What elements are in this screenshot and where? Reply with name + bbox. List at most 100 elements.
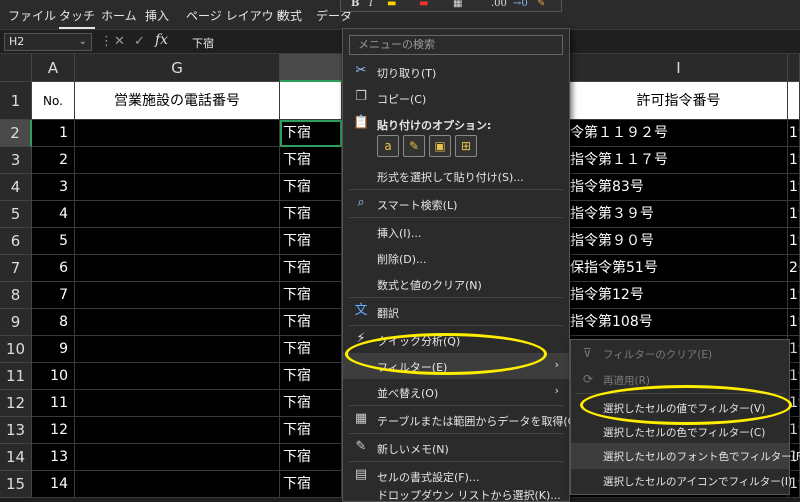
- tab-home[interactable]: ホーム: [101, 7, 137, 24]
- column-header-j[interactable]: [788, 54, 800, 82]
- row-header[interactable]: 6: [0, 228, 32, 255]
- cell-permit[interactable]: 指令第１１７号: [570, 147, 788, 174]
- column-header-h[interactable]: [280, 54, 342, 82]
- menu-item-get-data[interactable]: ▦ テーブルまたは範囲からデータを取得(G)...: [343, 407, 591, 433]
- cell-date[interactable]: 19: [788, 309, 800, 336]
- menu-item-translate[interactable]: 文 翻訳: [343, 299, 569, 325]
- paste-picture-icon[interactable]: ▣: [429, 135, 451, 157]
- cell-no[interactable]: 12: [32, 417, 75, 444]
- row-header[interactable]: 15: [0, 471, 32, 498]
- cell-type[interactable]: 下宿: [280, 336, 342, 363]
- cell-type[interactable]: 下宿: [280, 120, 342, 147]
- tab-formulas[interactable]: 数式: [278, 7, 302, 24]
- row-header[interactable]: 7: [0, 255, 32, 282]
- cell-type[interactable]: 下宿: [280, 255, 342, 282]
- menu-item-filter[interactable]: フィルター(E) ›: [343, 353, 569, 379]
- cell-no[interactable]: 8: [32, 309, 75, 336]
- row-header[interactable]: 2: [0, 120, 32, 147]
- header-cell-j[interactable]: [788, 82, 800, 120]
- row-header[interactable]: 12: [0, 390, 32, 417]
- name-box[interactable]: H2 ⌄: [4, 33, 92, 51]
- decimal-button[interactable]: .00: [491, 0, 507, 9]
- cell-phone[interactable]: [75, 363, 280, 390]
- cell-type[interactable]: 下宿: [280, 201, 342, 228]
- menu-item-copy[interactable]: ❐ コピー(C): [343, 85, 569, 111]
- format-painter-icon[interactable]: ✎: [537, 0, 545, 9]
- row-header[interactable]: 3: [0, 147, 32, 174]
- cell-no[interactable]: 6: [32, 255, 75, 282]
- tab-insert[interactable]: 挿入: [145, 7, 169, 24]
- cell-no[interactable]: 9: [32, 336, 75, 363]
- row-header[interactable]: 13: [0, 417, 32, 444]
- menu-item-clear[interactable]: 数式と値のクリア(N): [343, 271, 569, 297]
- menu-item-dropdown-list[interactable]: ドロップダウン リストから選択(K)...: [343, 485, 569, 502]
- cell-date[interactable]: 19: [788, 282, 800, 309]
- cell-phone[interactable]: [75, 336, 280, 363]
- header-cell-phone[interactable]: 営業施設の電話番号: [75, 82, 280, 120]
- cell-date[interactable]: 19: [788, 228, 800, 255]
- submenu-item-filter-by-font-color[interactable]: 選択したセルのフォント色でフィルター(F): [571, 443, 800, 469]
- cell-phone[interactable]: [75, 228, 280, 255]
- row-header[interactable]: 9: [0, 309, 32, 336]
- cell-permit[interactable]: 指令第９０号: [570, 228, 788, 255]
- cell-permit[interactable]: 令第１１９２号: [570, 120, 788, 147]
- cell-no[interactable]: 13: [32, 444, 75, 471]
- paste-formulas-icon[interactable]: ✎: [403, 135, 425, 157]
- cell-phone[interactable]: [75, 390, 280, 417]
- menu-item-insert[interactable]: 挿入(I)...: [343, 219, 569, 245]
- cell-no[interactable]: 1: [32, 120, 75, 147]
- cell-date[interactable]: 19: [788, 147, 800, 174]
- column-header-i[interactable]: I: [570, 54, 788, 82]
- enter-icon[interactable]: ✓: [134, 34, 145, 49]
- cell-no[interactable]: 14: [32, 471, 75, 498]
- cell-type[interactable]: 下宿: [280, 147, 342, 174]
- cell-date[interactable]: 20: [788, 255, 800, 282]
- font-color-icon[interactable]: ▬: [419, 0, 428, 9]
- cell-permit[interactable]: 指令第83号: [570, 174, 788, 201]
- decrease-decimal-icon[interactable]: →0: [513, 0, 528, 9]
- cell-date[interactable]: 19: [788, 201, 800, 228]
- bold-button[interactable]: B: [351, 0, 359, 9]
- menu-item-delete[interactable]: 削除(D)...: [343, 245, 569, 271]
- cell-type[interactable]: 下宿: [280, 390, 342, 417]
- cell-phone[interactable]: [75, 120, 280, 147]
- cell-phone[interactable]: [75, 147, 280, 174]
- borders-icon[interactable]: ▦: [453, 0, 462, 9]
- row-header[interactable]: 4: [0, 174, 32, 201]
- cell-type[interactable]: 下宿: [280, 471, 342, 498]
- cell-permit[interactable]: 指令第12号: [570, 282, 788, 309]
- cancel-icon[interactable]: ✕: [114, 34, 125, 49]
- header-cell-h[interactable]: [280, 82, 342, 120]
- italic-button[interactable]: I: [369, 0, 373, 9]
- menu-item-new-note[interactable]: ✎ 新しいメモ(N): [343, 435, 569, 461]
- cell-type[interactable]: 下宿: [280, 228, 342, 255]
- chevron-down-icon[interactable]: ⌄: [79, 34, 87, 50]
- menu-item-paste-special[interactable]: 形式を選択して貼り付け(S)...: [343, 163, 569, 189]
- insert-function-button[interactable]: fx: [155, 32, 168, 48]
- tab-file[interactable]: ファイル: [8, 7, 56, 24]
- cell-phone[interactable]: [75, 309, 280, 336]
- cell-type[interactable]: 下宿: [280, 444, 342, 471]
- row-header[interactable]: 8: [0, 282, 32, 309]
- cell-phone[interactable]: [75, 174, 280, 201]
- header-cell-permit[interactable]: 許可指令番号: [570, 82, 788, 120]
- cell-no[interactable]: 11: [32, 390, 75, 417]
- header-cell-no[interactable]: No.: [32, 82, 75, 120]
- cell-date[interactable]: 19: [788, 174, 800, 201]
- cell-type[interactable]: 下宿: [280, 282, 342, 309]
- cell-no[interactable]: 7: [32, 282, 75, 309]
- cell-permit[interactable]: 指令第３９号: [570, 201, 788, 228]
- cell-phone[interactable]: [75, 201, 280, 228]
- column-header-g[interactable]: G: [75, 54, 280, 82]
- select-all-corner[interactable]: [0, 54, 32, 82]
- row-header[interactable]: 14: [0, 444, 32, 471]
- cell-phone[interactable]: [75, 417, 280, 444]
- cell-phone[interactable]: [75, 282, 280, 309]
- menu-item-quick-analysis[interactable]: ⚡ クイック分析(Q): [343, 327, 569, 353]
- cell-no[interactable]: 2: [32, 147, 75, 174]
- submenu-item-filter-by-icon[interactable]: 選択したセルのアイコンでフィルター(I): [571, 468, 792, 494]
- tab-page-layout[interactable]: ページ レイアウト: [186, 7, 286, 24]
- submenu-item-filter-by-color[interactable]: 選択したセルの色でフィルター(C): [571, 419, 789, 445]
- tab-touch[interactable]: タッチ: [59, 7, 96, 29]
- row-header[interactable]: 11: [0, 363, 32, 390]
